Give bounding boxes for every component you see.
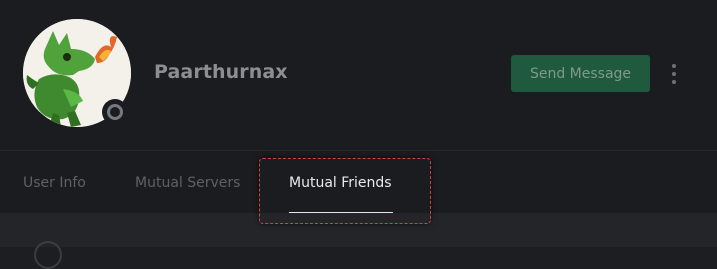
profile-header: Paarthurnax Send Message	[0, 0, 717, 150]
offline-status-icon	[102, 99, 128, 125]
user-profile-modal: Paarthurnax Send Message User Info Mutua…	[0, 0, 717, 269]
tab-content-area	[0, 213, 717, 269]
tab-user-info[interactable]: User Info	[23, 175, 86, 191]
username: Paarthurnax	[154, 61, 288, 83]
profile-tabs: User Info Mutual Servers Mutual Friends	[0, 151, 717, 214]
tab-mutual-servers[interactable]: Mutual Servers	[135, 175, 240, 191]
friend-avatar[interactable]	[34, 241, 62, 269]
tab-mutual-friends[interactable]: Mutual Friends	[289, 175, 392, 191]
avatar[interactable]	[23, 19, 131, 127]
vertical-ellipsis-icon[interactable]	[666, 62, 682, 86]
send-message-button[interactable]: Send Message	[511, 55, 650, 92]
